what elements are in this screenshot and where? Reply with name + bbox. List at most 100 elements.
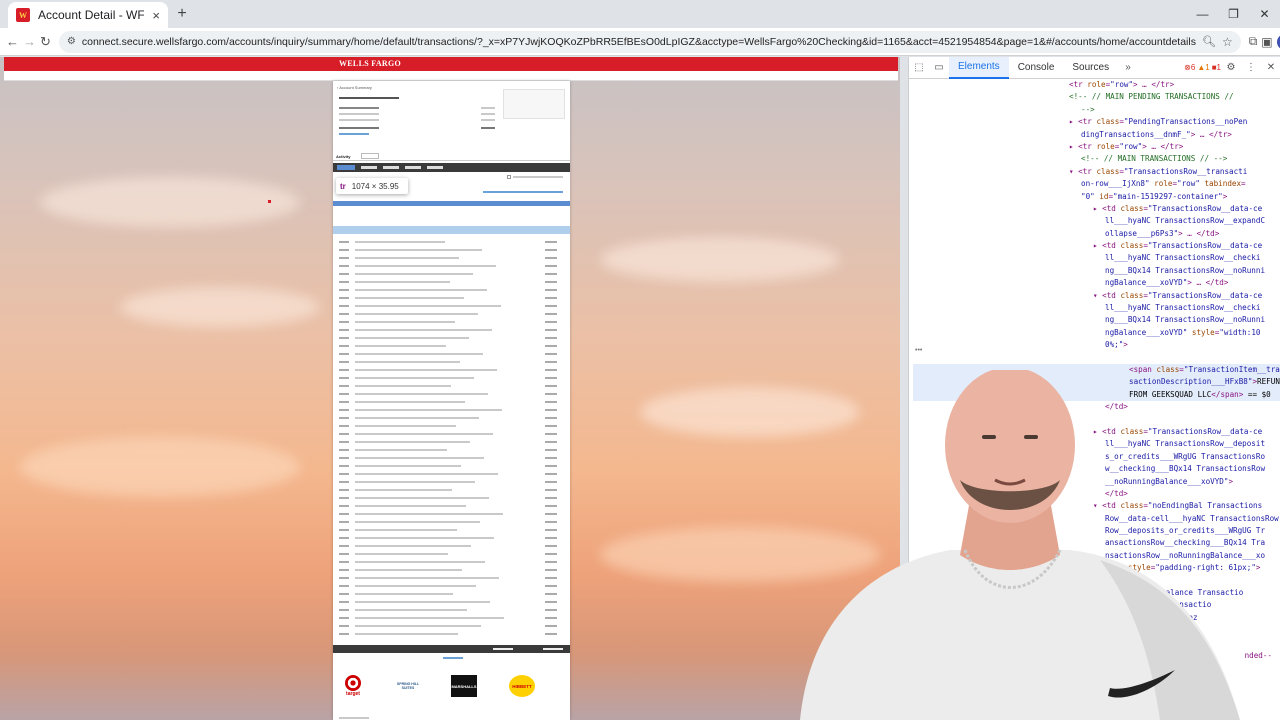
- table-row[interactable]: [333, 527, 570, 535]
- dom-tree-line[interactable]: ng___BQx14 TransactionsRow__noRunni: [913, 314, 1280, 326]
- dom-tree-line[interactable]: ll___hyaNC TransactionsRow__expandC: [913, 215, 1280, 227]
- zoom-icon[interactable]: 🔍︎: [1202, 35, 1216, 48]
- dom-tree-line[interactable]: <tr role="row"> … </tr>: [913, 79, 1280, 91]
- table-row[interactable]: [333, 303, 570, 311]
- table-row[interactable]: [333, 351, 570, 359]
- filter-link[interactable]: [405, 166, 421, 169]
- dom-tree-line[interactable]: ▸ <td class="TransactionsRow__data-ce: [913, 240, 1280, 252]
- table-row[interactable]: [333, 575, 570, 583]
- table-row[interactable]: [333, 607, 570, 615]
- table-row[interactable]: [333, 511, 570, 519]
- devtools-menu-icon[interactable]: ⋮: [1241, 62, 1261, 73]
- table-row[interactable]: [333, 615, 570, 623]
- dom-tree-line[interactable]: ▸ <tr role="row"> … </tr>: [913, 141, 1280, 153]
- reload-button[interactable]: ↻: [40, 30, 51, 54]
- table-row[interactable]: [333, 255, 570, 263]
- dom-tree-line[interactable]: ng___BQx14 TransactionsRow__noRunni: [913, 265, 1280, 277]
- issue-count-badge[interactable]: ■1: [1212, 63, 1221, 72]
- dom-tree-line[interactable]: ngBalance___xoVYD" style="width:10: [913, 327, 1280, 339]
- tab-console[interactable]: Console: [1009, 57, 1064, 79]
- table-row[interactable]: [333, 359, 570, 367]
- table-row[interactable]: [333, 287, 570, 295]
- springhill-logo[interactable]: SPRING HILL SUITES: [395, 675, 421, 697]
- table-row[interactable]: [333, 623, 570, 631]
- url-text[interactable]: connect.secure.wellsfargo.com/accounts/i…: [82, 36, 1196, 48]
- table-row[interactable]: [333, 423, 570, 431]
- link-line[interactable]: [339, 133, 369, 135]
- table-row[interactable]: [333, 487, 570, 495]
- table-row[interactable]: [333, 271, 570, 279]
- table-row[interactable]: [333, 375, 570, 383]
- minimize-icon[interactable]: —: [1187, 0, 1218, 28]
- error-count-badge[interactable]: ⊗6: [1184, 63, 1195, 72]
- table-row[interactable]: [333, 463, 570, 471]
- tab-activity[interactable]: Activity: [336, 154, 350, 159]
- search-button[interactable]: [337, 165, 355, 170]
- table-row[interactable]: [333, 567, 570, 575]
- table-row[interactable]: [333, 335, 570, 343]
- table-row[interactable]: [333, 239, 570, 247]
- table-row[interactable]: [333, 471, 570, 479]
- table-row[interactable]: [333, 383, 570, 391]
- side-panel-icon[interactable]: ▣: [1261, 31, 1272, 53]
- account-summary-link[interactable]: ‹ Account Summary: [337, 85, 372, 90]
- show-running-balance-checkbox[interactable]: [507, 175, 511, 179]
- table-row[interactable]: [333, 399, 570, 407]
- table-row[interactable]: [333, 279, 570, 287]
- table-row[interactable]: [333, 559, 570, 567]
- settings-gear-icon[interactable]: ⚙: [1221, 62, 1241, 73]
- window-close-icon[interactable]: ✕: [1249, 0, 1280, 28]
- dom-tree-line[interactable]: ▸ <td class="TransactionsRow__data-ce: [913, 203, 1280, 215]
- tab-elements[interactable]: Elements: [949, 57, 1009, 79]
- extensions-icon[interactable]: ⧉: [1249, 31, 1258, 53]
- table-row[interactable]: [333, 455, 570, 463]
- hibbett-logo[interactable]: HIBBETT: [509, 675, 535, 697]
- dom-tree-line[interactable]: dingTransactions__dnmF_"> … </tr>: [913, 129, 1280, 141]
- table-row[interactable]: [333, 327, 570, 335]
- table-row[interactable]: [333, 479, 570, 487]
- device-toolbar-icon[interactable]: ▭: [929, 62, 949, 73]
- tab-statements[interactable]: [361, 153, 379, 159]
- download-link[interactable]: [361, 166, 377, 169]
- dom-tree-line[interactable]: on-row___IjXn8" role="row" tabindex=: [913, 178, 1280, 190]
- table-row[interactable]: [333, 543, 570, 551]
- forward-button[interactable]: →: [23, 30, 36, 54]
- table-row[interactable]: [333, 583, 570, 591]
- table-row[interactable]: [333, 263, 570, 271]
- dom-tree-line[interactable]: ▾ <tr class="TransactionsRow__transacti: [913, 166, 1280, 178]
- dom-tree-line[interactable]: ll___hyaNC TransactionsRow__checki: [913, 302, 1280, 314]
- address-bar[interactable]: ⚙ connect.secure.wellsfargo.com/accounts…: [58, 30, 1241, 53]
- table-row[interactable]: [333, 247, 570, 255]
- table-row[interactable]: [333, 343, 570, 351]
- bookmark-star-icon[interactable]: ☆: [1222, 35, 1233, 49]
- inspect-element-icon[interactable]: ⬚: [909, 62, 929, 73]
- table-row[interactable]: [333, 319, 570, 327]
- dom-tree-line[interactable]: 0%;">: [913, 339, 1280, 351]
- dom-tree-line[interactable]: <!-- // MAIN TRANSACTIONS // -->: [913, 153, 1280, 165]
- dom-tree-line[interactable]: ollapse___p6Ps3"> … </td>: [913, 228, 1280, 240]
- table-row[interactable]: [333, 519, 570, 527]
- dom-tree-line[interactable]: ▸ <tr class="PendingTransactions__noPen: [913, 116, 1280, 128]
- table-row[interactable]: [333, 551, 570, 559]
- table-row[interactable]: [333, 503, 570, 511]
- table-row[interactable]: [333, 295, 570, 303]
- warning-count-badge[interactable]: ▲1: [1197, 63, 1209, 72]
- tab-close-icon[interactable]: ×: [152, 8, 160, 23]
- back-button[interactable]: ←: [6, 30, 19, 54]
- dom-tree-line[interactable]: <!-- // MAIN PENDING TRANSACTIONS //: [913, 91, 1280, 103]
- more-tabs-icon[interactable]: »: [1118, 62, 1138, 73]
- dom-ellipsis-icon[interactable]: •••: [915, 347, 922, 354]
- pagination-links[interactable]: [483, 191, 563, 193]
- table-row[interactable]: [333, 391, 570, 399]
- target-logo[interactable]: target: [339, 675, 367, 697]
- table-row[interactable]: [333, 631, 570, 639]
- print-link[interactable]: [383, 166, 399, 169]
- table-row[interactable]: [333, 415, 570, 423]
- dom-tree-line[interactable]: ll___hyaNC TransactionsRow__checki: [913, 252, 1280, 264]
- table-row[interactable]: [333, 535, 570, 543]
- site-info-icon[interactable]: ⚙: [67, 36, 76, 47]
- table-row[interactable]: [333, 431, 570, 439]
- profile-avatar-button[interactable]: R: [1276, 31, 1280, 53]
- table-row[interactable]: [333, 311, 570, 319]
- dom-tree-line[interactable]: ▾ <td class="TransactionsRow__data-ce: [913, 290, 1280, 302]
